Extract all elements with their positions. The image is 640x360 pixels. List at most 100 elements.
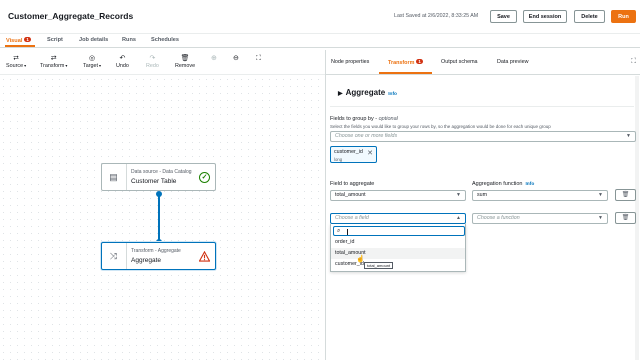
caret-down-icon: ▼ — [456, 192, 461, 198]
redo-label: Redo — [146, 63, 159, 69]
target-label: Target — [83, 63, 98, 69]
tab-runs[interactable]: Runs — [122, 37, 136, 43]
dropdown-option[interactable]: order_id — [331, 237, 465, 248]
transform-button[interactable]: ⇄ Transform▾ — [40, 55, 67, 69]
trash-icon: 🗑 — [621, 192, 630, 198]
tab-script[interactable]: Script — [47, 37, 63, 43]
group-by-placeholder: Choose one or more fields — [335, 133, 398, 139]
remove-row-1-button[interactable]: 🗑 — [615, 189, 636, 201]
group-by-label-text: Fields to group by — [330, 116, 374, 122]
group-by-label: Fields to group by - optional — [330, 116, 398, 122]
transform-node[interactable]: ⤨ Transform - Aggregate Aggregate — [101, 242, 216, 270]
save-button[interactable]: Save — [490, 10, 517, 23]
aggregate-section-header[interactable]: ▶ Aggregate Info — [338, 88, 397, 97]
tab-schedules[interactable]: Schedules — [151, 37, 179, 43]
dropdown-option[interactable]: customer_id — [331, 259, 465, 270]
field-select-placeholder: Choose a field — [335, 215, 369, 221]
tab-transform-label: Transform — [388, 60, 415, 66]
aggregation-function-label-wrap: Aggregation function Info — [472, 181, 534, 187]
tab-output-schema[interactable]: Output schema — [441, 59, 478, 65]
node-separator — [126, 164, 127, 190]
source-icon: ⮂ — [13, 55, 19, 62]
tab-job-details[interactable]: Job details — [79, 37, 108, 43]
zoom-out-button[interactable]: ⊖ — [233, 55, 239, 63]
canvas-toolbar: ⮂ Source▾ ⇄ Transform▾ ◎ Target▾ ↶ Undo … — [0, 50, 325, 75]
search-icon: ⌕ — [337, 228, 341, 234]
tab-visual-label: Visual — [6, 38, 23, 44]
field-select-1[interactable]: total_amount ▼ — [330, 190, 466, 201]
tab-transform[interactable]: Transform 1 — [388, 59, 423, 66]
node-separator — [126, 243, 127, 269]
transform-error-badge: 1 — [416, 59, 423, 64]
zoom-in-button[interactable]: ⊕ — [211, 55, 217, 63]
transform-icon: ⇄ — [50, 55, 57, 62]
caret-down-icon: ▾ — [98, 63, 101, 68]
remove-token-icon[interactable]: ✕ — [367, 149, 373, 157]
optional-text: optional — [378, 116, 398, 122]
field-select-2[interactable]: Choose a field ▲ — [330, 213, 466, 224]
target-button[interactable]: ◎ Target▾ — [83, 55, 101, 69]
job-canvas[interactable] — [0, 76, 325, 360]
undo-button[interactable]: ↶ Undo — [116, 55, 129, 69]
fit-view-button[interactable]: ⛶ — [256, 55, 261, 63]
trash-icon: 🗑 — [621, 215, 630, 221]
source-node[interactable]: ▤ Data source - Data Catalog Customer Ta… — [101, 163, 216, 191]
function-select-1[interactable]: sum ▼ — [472, 190, 608, 201]
undo-icon: ↶ — [119, 55, 126, 62]
tab-data-preview[interactable]: Data preview — [497, 59, 528, 65]
remove-row-2-button[interactable]: 🗑 — [615, 212, 636, 224]
fit-view-icon: ⛶ — [256, 55, 261, 62]
last-saved-text: Last Saved at 2/6/2022, 8:33:25 AM — [394, 13, 479, 19]
function-select-2[interactable]: Choose a function ▼ — [472, 213, 608, 224]
tab-visual[interactable]: Visual 1 — [6, 37, 31, 44]
dropdown-option[interactable]: total_amount — [331, 248, 465, 259]
shuffle-icon: ⤨ — [109, 251, 118, 261]
zoom-out-icon: ⊖ — [233, 55, 239, 62]
warning-icon — [199, 251, 210, 262]
info-link[interactable]: Info — [388, 92, 397, 97]
panel-divider[interactable] — [325, 50, 326, 360]
text-cursor — [347, 229, 348, 235]
delete-button[interactable]: Delete — [574, 10, 605, 23]
caret-down-icon: ▼ — [598, 192, 603, 198]
undo-label: Undo — [116, 63, 129, 69]
expand-icon[interactable]: ⛶ — [631, 58, 636, 66]
field-dropdown-menu: ⌕ order_id total_amount customer_id — [330, 224, 466, 272]
group-by-hint: Select the fields you would like to grou… — [330, 124, 551, 129]
job-tabs: Visual 1 Script Job details Runs Schedule… — [0, 34, 640, 48]
check-circle-icon: ✓ — [199, 172, 210, 183]
active-panel-tab-indicator — [379, 72, 432, 74]
tab-node-properties[interactable]: Node properties — [331, 59, 369, 65]
data-catalog-icon: ▤ — [109, 172, 118, 182]
redo-button[interactable]: ↷ Redo — [146, 55, 159, 69]
trash-icon: 🗑 — [180, 55, 190, 62]
info-link[interactable]: Info — [525, 182, 534, 187]
token-type: long — [334, 157, 343, 162]
function-select-value: sum — [477, 192, 488, 198]
caret-down-icon: ▼ — [626, 133, 631, 139]
node-edge — [158, 194, 160, 241]
active-tab-indicator — [5, 45, 35, 47]
zoom-in-icon: ⊕ — [211, 55, 217, 62]
caret-down-icon: ▼ — [598, 215, 603, 221]
remove-button[interactable]: 🗑 Remove — [175, 55, 195, 69]
visual-error-badge: 1 — [24, 37, 31, 42]
run-button[interactable]: Run — [611, 10, 636, 23]
aggregation-function-label: Aggregation function — [472, 181, 523, 187]
remove-label: Remove — [175, 63, 196, 69]
field-select-value: total_amount — [335, 192, 366, 198]
group-by-token: customer_id long ✕ — [330, 146, 377, 163]
end-session-button[interactable]: End session — [523, 10, 567, 23]
transform-label: Transform — [40, 63, 65, 69]
header: Customer_Aggregate_Records Last Saved at… — [0, 0, 640, 34]
section-divider — [330, 106, 634, 107]
caret-right-icon: ▶ — [338, 91, 343, 97]
target-icon: ◎ — [88, 55, 96, 62]
edge-start-handle[interactable] — [156, 191, 162, 197]
group-by-select[interactable]: Choose one or more fields ▼ — [330, 131, 636, 142]
source-label: Source — [6, 63, 24, 69]
caret-up-icon: ▲ — [456, 215, 461, 221]
source-button[interactable]: ⮂ Source▾ — [6, 55, 26, 69]
job-title: Customer_Aggregate_Records — [8, 11, 134, 21]
dropdown-search-input[interactable]: ⌕ — [333, 226, 465, 236]
